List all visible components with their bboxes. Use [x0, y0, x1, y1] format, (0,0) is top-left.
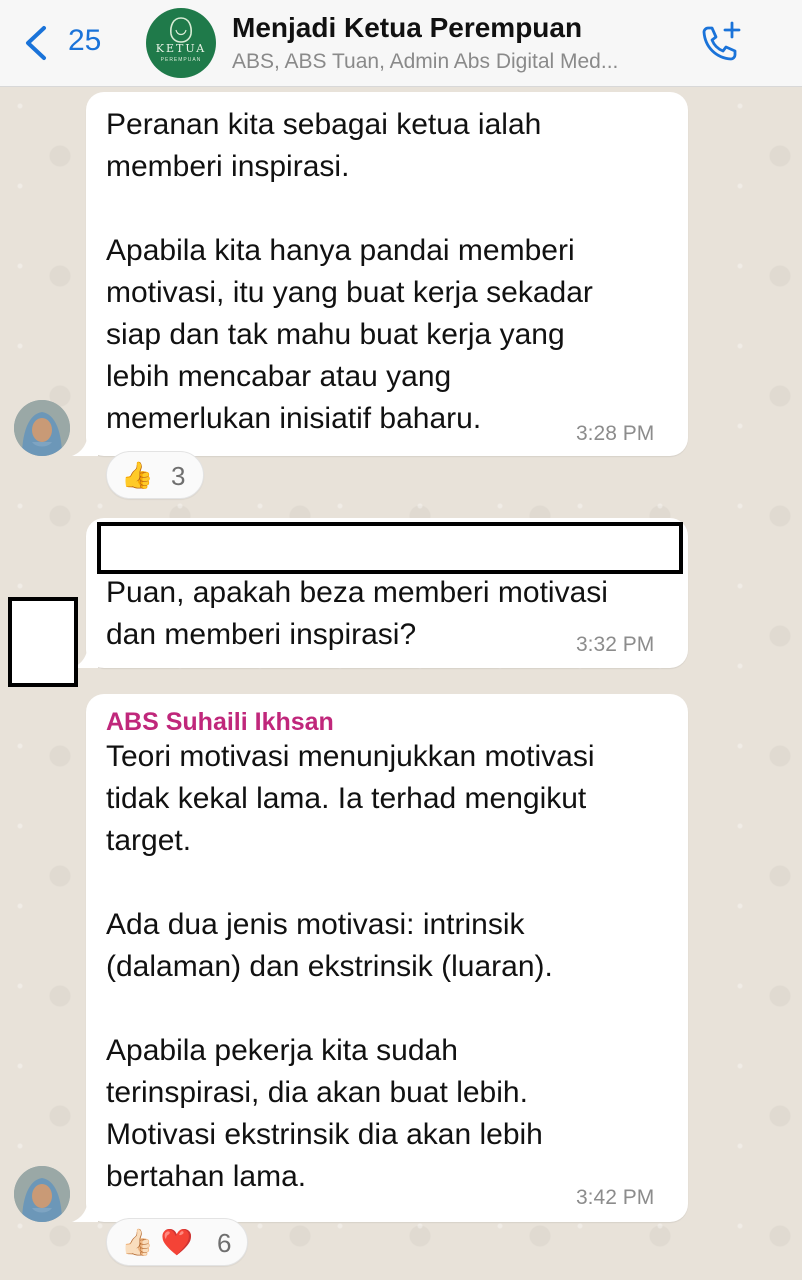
- bubble-tail: [72, 1196, 98, 1222]
- thumbs-up-icon: 👍: [121, 460, 154, 490]
- redacted-sender-name: [97, 522, 683, 574]
- thumbs-up-heart-icon: 👍🏻 ❤️: [121, 1227, 193, 1257]
- message-bubble[interactable]: ABS Suhaili Ikhsan Teori motivasi menunj…: [86, 694, 688, 1222]
- sender-avatar[interactable]: [14, 1166, 70, 1222]
- group-members[interactable]: ABS, ABS Tuan, Admin Abs Digital Med...: [232, 50, 682, 74]
- reaction-count: 3: [171, 461, 186, 491]
- add-call-icon[interactable]: [694, 18, 744, 68]
- chevron-left-icon[interactable]: [22, 24, 50, 62]
- sender-name[interactable]: ABS Suhaili Ikhsan: [106, 708, 334, 737]
- message-text: Teori motivasi menunjukkan motivasi tida…: [106, 740, 595, 1193]
- message-text: Puan, apakah beza memberi motivasi dan m…: [106, 576, 608, 651]
- message-time: 3:42 PM: [576, 1186, 655, 1209]
- reaction-badge[interactable]: 👍🏻 ❤️ 6: [106, 1218, 248, 1266]
- message-text: Peranan kita sebagai ketua ialah memberi…: [106, 108, 593, 435]
- reaction-badge[interactable]: 👍 3: [106, 451, 204, 499]
- sender-avatar[interactable]: [14, 400, 70, 456]
- redacted-avatar: [8, 597, 78, 687]
- reaction-count: 6: [217, 1228, 232, 1258]
- unread-count[interactable]: 25: [68, 24, 101, 58]
- chat-header: 25 KETUA PEREMPUAN Menjadi Ketua Perempu…: [0, 0, 802, 87]
- message-time: 3:28 PM: [576, 422, 655, 445]
- message-bubble[interactable]: Peranan kita sebagai ketua ialah memberi…: [86, 92, 688, 456]
- logo-subtext: PEREMPUAN: [160, 57, 202, 63]
- message-time: 3:32 PM: [576, 633, 655, 656]
- bubble-tail: [72, 430, 98, 456]
- group-name[interactable]: Menjadi Ketua Perempuan: [232, 12, 582, 44]
- logo-text: KETUA: [155, 42, 207, 55]
- group-avatar[interactable]: KETUA PEREMPUAN: [146, 8, 216, 78]
